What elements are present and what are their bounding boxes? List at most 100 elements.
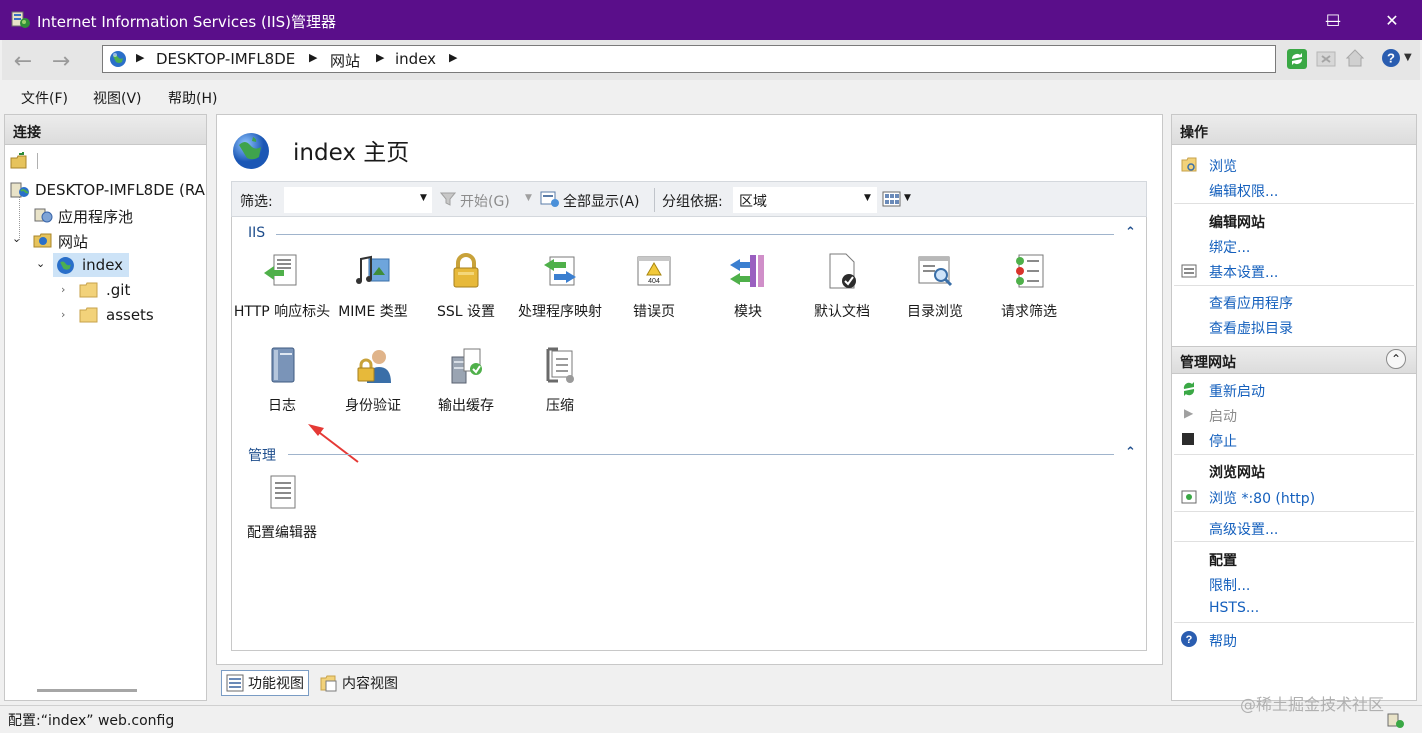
start-dropdown-icon[interactable]: ▼ <box>525 193 532 203</box>
menu-help[interactable]: 帮助(H) <box>168 88 217 108</box>
action-start[interactable]: 启动 <box>1209 406 1237 426</box>
help-dropdown-icon[interactable]: ▼ <box>1404 52 1412 63</box>
start-play-icon: ▶ <box>1184 406 1194 420</box>
feature-label: 默认文档 <box>814 304 870 320</box>
crumb-separator[interactable]: ▶ <box>449 51 457 64</box>
filter-input[interactable] <box>284 187 432 213</box>
maximize-button[interactable]: ☐ <box>1303 0 1363 40</box>
action-stop[interactable]: 停止 <box>1209 431 1237 451</box>
expand-git-chevron-right-icon[interactable]: › <box>61 283 65 296</box>
tree-sites[interactable]: 网站 <box>58 231 88 252</box>
filter-label: 筛选: <box>240 194 273 210</box>
home-icon[interactable] <box>1344 47 1366 69</box>
show-all-button[interactable]: 全部显示(A) <box>563 191 640 211</box>
action-basic-settings[interactable]: 基本设置... <box>1209 262 1278 282</box>
feature-label: HTTP 响应标头 <box>233 304 331 320</box>
feature-directory-browsing[interactable]: 目录浏览 <box>885 251 985 323</box>
action-hsts[interactable]: HSTS... <box>1209 600 1259 616</box>
refresh-icon[interactable] <box>1286 48 1308 70</box>
forward-button[interactable]: → <box>48 48 74 74</box>
expand-site-chevron-down-icon[interactable]: ⌄ <box>36 257 45 270</box>
annotation-arrow <box>308 424 359 463</box>
group-iis-label: IIS <box>248 225 266 241</box>
crumb-sites[interactable]: 网站 <box>330 50 360 71</box>
expand-sites-chevron-down-icon[interactable]: ⌄ <box>12 232 21 245</box>
menu-file[interactable]: 文件(F) <box>21 88 68 108</box>
action-browse-http[interactable]: 浏览 *:80 (http) <box>1209 488 1315 508</box>
filter-dropdown-icon[interactable]: ▼ <box>420 193 427 203</box>
minimize-button-2[interactable] <box>1243 0 1303 40</box>
menu-view[interactable]: 视图(V) <box>93 88 142 108</box>
feature-label: 请求筛选 <box>1001 304 1057 320</box>
feature-compression[interactable]: 压缩 <box>510 345 610 417</box>
crumb-separator[interactable]: ▶ <box>376 51 384 64</box>
crumb-separator[interactable]: ▶ <box>309 51 317 64</box>
tree-server[interactable]: DESKTOP-IMFL8DE (RA <box>35 181 205 199</box>
feature-label: 处理程序映射 <box>518 304 602 320</box>
feature-label: MIME 类型 <box>338 304 408 320</box>
action-view-applications[interactable]: 查看应用程序 <box>1209 293 1293 313</box>
feature-handler-mappings[interactable]: 处理程序映射 <box>510 251 610 323</box>
collapse-iis-chevron-up-icon[interactable]: ⌃ <box>1125 225 1136 240</box>
start-button[interactable]: 开始(G) <box>460 191 510 211</box>
configure-heading: 配置 <box>1209 553 1237 569</box>
http-headers-icon <box>264 254 297 286</box>
action-view-virtual-directories[interactable]: 查看虚拟目录 <box>1209 318 1293 338</box>
feature-configuration-editor[interactable]: 配置编辑器 <box>232 472 332 544</box>
crumb-server[interactable]: DESKTOP-IMFL8DE <box>156 50 295 68</box>
action-bindings[interactable]: 绑定... <box>1209 237 1250 257</box>
tree-app-pools[interactable]: 应用程序池 <box>58 206 133 227</box>
feature-output-caching[interactable]: 输出缓存 <box>416 345 516 417</box>
lock-icon <box>453 253 479 288</box>
menu-bar: 文件(F) 视图(V) 帮助(H) <box>2 80 1420 112</box>
action-browse[interactable]: 浏览 <box>1209 156 1237 176</box>
close-button[interactable]: ✕ <box>1362 0 1422 40</box>
browse-icon <box>1181 157 1197 172</box>
feature-http-headers[interactable]: HTTP 响应标头 <box>232 251 332 323</box>
crumb-site[interactable]: index <box>395 50 436 68</box>
tab-content-view[interactable]: 内容视图 <box>316 670 402 696</box>
feature-ssl-settings[interactable]: SSL 设置 <box>416 251 516 323</box>
tree-folder-git[interactable]: .git <box>106 281 130 299</box>
action-restart[interactable]: 重新启动 <box>1209 381 1265 401</box>
tree-folder-assets[interactable]: assets <box>106 306 154 324</box>
tree-site-index[interactable]: index <box>82 256 123 274</box>
edit-site-heading: 编辑网站 <box>1209 215 1265 231</box>
basic-settings-icon <box>1181 264 1197 278</box>
features-view-icon <box>226 674 244 692</box>
feature-label: 输出缓存 <box>438 398 494 414</box>
feature-error-pages[interactable]: 404 错误页 <box>604 251 704 323</box>
horizontal-scrollbar[interactable] <box>37 689 137 692</box>
svg-text:?: ? <box>1387 51 1395 66</box>
action-limits[interactable]: 限制... <box>1209 575 1250 595</box>
status-text: 配置:“index” web.config <box>8 713 175 729</box>
toolbar-divider <box>37 153 38 169</box>
new-connection-icon[interactable] <box>10 152 28 170</box>
tab-features-view[interactable]: 功能视图 <box>221 670 309 696</box>
view-dropdown-icon[interactable]: ▼ <box>904 193 911 203</box>
help-icon[interactable]: ? <box>1380 47 1402 69</box>
collapse-management-chevron-up-icon[interactable]: ⌃ <box>1125 445 1136 460</box>
site-globe-icon <box>57 257 74 274</box>
feature-request-filtering[interactable]: 请求筛选 <box>979 251 1079 323</box>
feature-modules[interactable]: 模块 <box>698 251 798 323</box>
browse-web-icon <box>1181 490 1197 504</box>
group-by-select[interactable]: 区域 ▼ <box>733 187 877 213</box>
view-grid-icon[interactable] <box>882 190 902 208</box>
svg-text:?: ? <box>1186 634 1193 646</box>
action-advanced-settings[interactable]: 高级设置... <box>1209 519 1278 539</box>
action-edit-permissions[interactable]: 编辑权限... <box>1209 181 1278 201</box>
feature-label: SSL 设置 <box>436 304 496 320</box>
feature-default-document[interactable]: 默认文档 <box>792 251 892 323</box>
stop-icon[interactable] <box>1315 48 1337 70</box>
collapse-manage-site-chevron-up-icon[interactable]: ⌃ <box>1386 349 1406 369</box>
expand-assets-chevron-right-icon[interactable]: › <box>61 308 65 321</box>
feature-label: 目录浏览 <box>907 304 963 320</box>
address-bar[interactable]: ▶ DESKTOP-IMFL8DE ▶ 网站 ▶ index ▶ <box>102 45 1276 73</box>
network-status-icon <box>1387 713 1404 728</box>
site-home-globe-icon <box>233 133 269 169</box>
action-help[interactable]: 帮助 <box>1209 631 1237 651</box>
browse-site-heading: 浏览网站 <box>1209 465 1265 481</box>
back-button[interactable]: ← <box>10 48 36 74</box>
feature-mime-types[interactable]: MIME 类型 <box>323 251 423 323</box>
